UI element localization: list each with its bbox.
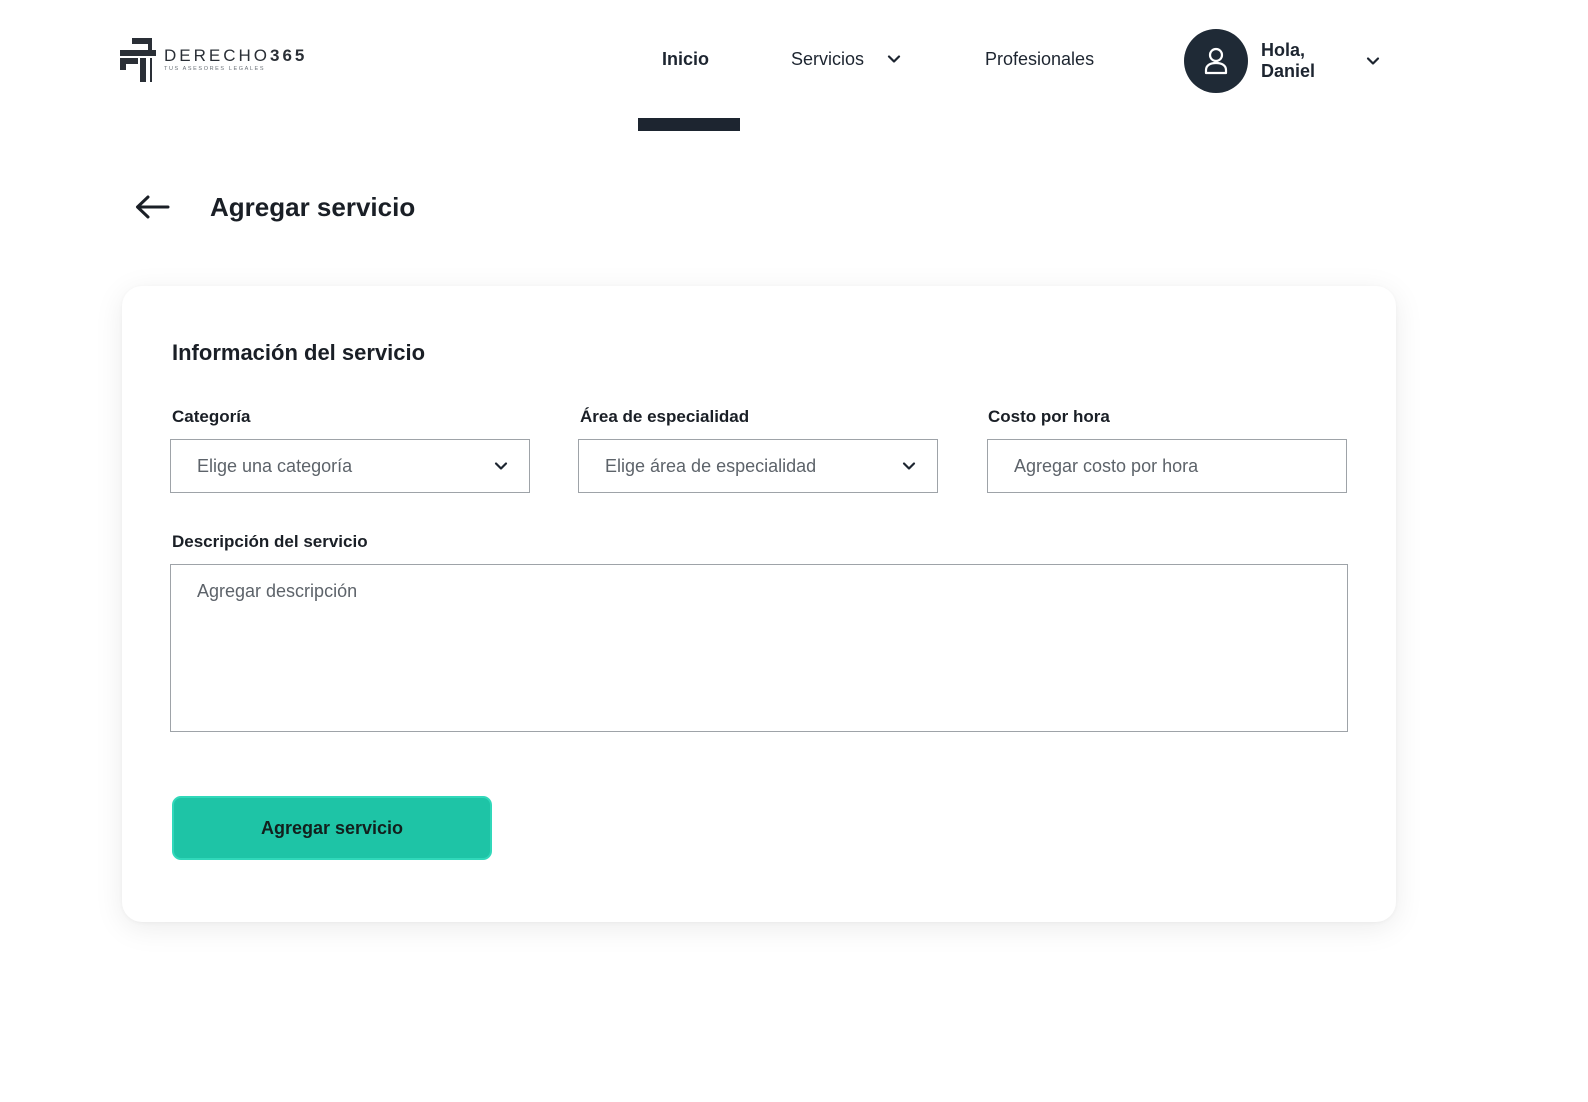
descripcion-label: Descripción del servicio (172, 532, 368, 551)
service-form-card: Información del servicio Categoría Elige… (122, 286, 1396, 922)
nav-item-label: Servicios (791, 49, 865, 69)
costo-hora-input[interactable]: Agregar costo por hora (987, 439, 1347, 493)
logo-text: DERECHO365 TUS ASESORES LEGALES (164, 47, 307, 73)
brand-logo[interactable]: DERECHO365 TUS ASESORES LEGALES (118, 36, 307, 84)
categoria-placeholder: Elige una categoría (197, 455, 353, 476)
logo-tagline: TUS ASESORES LEGALES (164, 66, 266, 72)
user-avatar[interactable] (1184, 29, 1248, 93)
chevron-down-icon (902, 462, 916, 470)
categoria-label: Categoría (172, 407, 251, 426)
agregar-servicio-button[interactable]: Agregar servicio (172, 796, 492, 860)
arrow-left-icon (136, 195, 170, 219)
nav-item-label: Profesionales (985, 49, 1095, 69)
nav-active-indicator (638, 118, 740, 131)
back-button[interactable] (132, 190, 172, 224)
user-name: Daniel (1261, 61, 1316, 81)
page-title: Agregar servicio (210, 192, 416, 222)
user-menu-chevron-down-icon[interactable] (1365, 53, 1381, 69)
categoria-select[interactable]: Elige una categoría (170, 439, 530, 493)
chevron-down-icon (887, 55, 901, 63)
logo-mark-icon (120, 38, 156, 82)
user-greeting-line1: Hola, (1261, 40, 1306, 60)
area-especialidad-label: Área de especialidad (580, 407, 750, 426)
section-title: Información del servicio (172, 340, 426, 365)
area-especialidad-placeholder: Elige área de especialidad (605, 455, 817, 476)
area-especialidad-select[interactable]: Elige área de especialidad (578, 439, 938, 493)
chevron-down-icon (494, 462, 508, 470)
descripcion-textarea[interactable]: Agregar descripción (170, 564, 1348, 732)
nav-item-servicios[interactable]: Servicios (791, 46, 902, 72)
user-icon (1204, 47, 1228, 75)
logo-name: DERECHO365 (164, 46, 308, 65)
nav-item-label: Inicio (662, 49, 710, 69)
costo-hora-placeholder: Agregar costo por hora (1014, 455, 1199, 476)
user-greeting[interactable]: Hola, Daniel (1261, 40, 1315, 82)
nav-item-inicio[interactable]: Inicio (662, 46, 709, 72)
costo-hora-label: Costo por hora (988, 407, 1110, 426)
nav-item-profesionales[interactable]: Profesionales (985, 46, 1094, 72)
descripcion-placeholder: Agregar descripción (197, 581, 358, 601)
